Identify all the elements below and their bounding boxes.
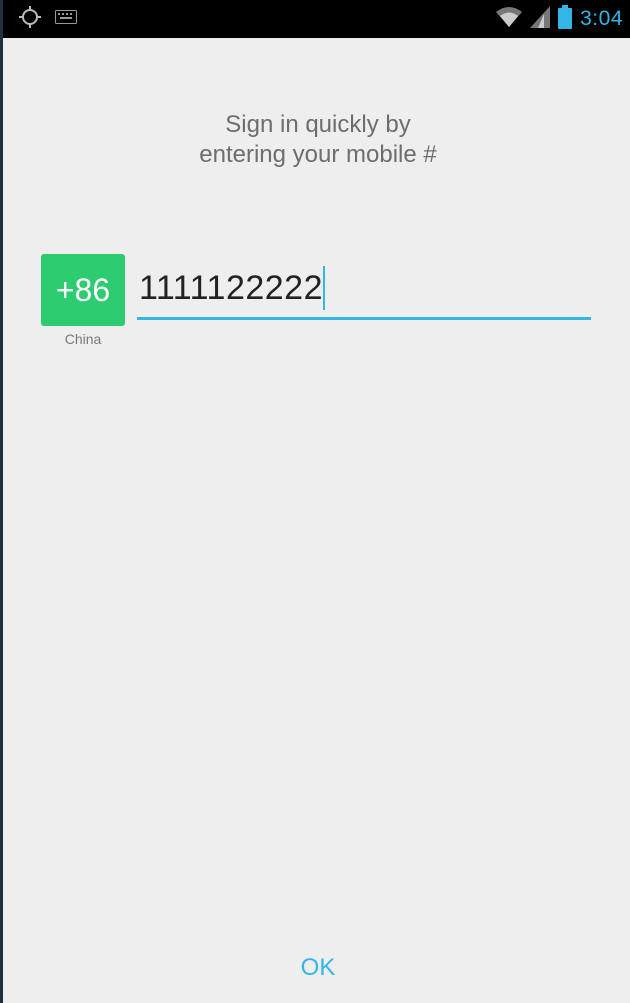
battery-icon bbox=[558, 4, 573, 34]
country-code-button[interactable]: +86 bbox=[41, 254, 125, 326]
status-clock: 3:04 bbox=[580, 7, 623, 30]
page-title: Sign in quickly by entering your mobile … bbox=[3, 110, 630, 170]
status-bar: 3:04 bbox=[3, 0, 630, 38]
headline-line-1: Sign in quickly by bbox=[225, 111, 411, 138]
gps-icon bbox=[19, 5, 41, 33]
signal-icon bbox=[530, 5, 551, 33]
country-name-label: China bbox=[64, 331, 102, 347]
headline-line-2: entering your mobile # bbox=[199, 141, 437, 168]
phone-number-input[interactable] bbox=[137, 262, 593, 314]
text-cursor bbox=[323, 266, 325, 310]
phone-field bbox=[137, 262, 593, 320]
sign-in-screen: 3:04 Sign in quickly by entering your mo… bbox=[0, 0, 630, 1003]
wifi-icon bbox=[496, 6, 523, 33]
keyboard-icon bbox=[55, 9, 77, 29]
country-selector: +86 China bbox=[41, 254, 125, 347]
ok-button[interactable]: OK bbox=[268, 944, 368, 992]
